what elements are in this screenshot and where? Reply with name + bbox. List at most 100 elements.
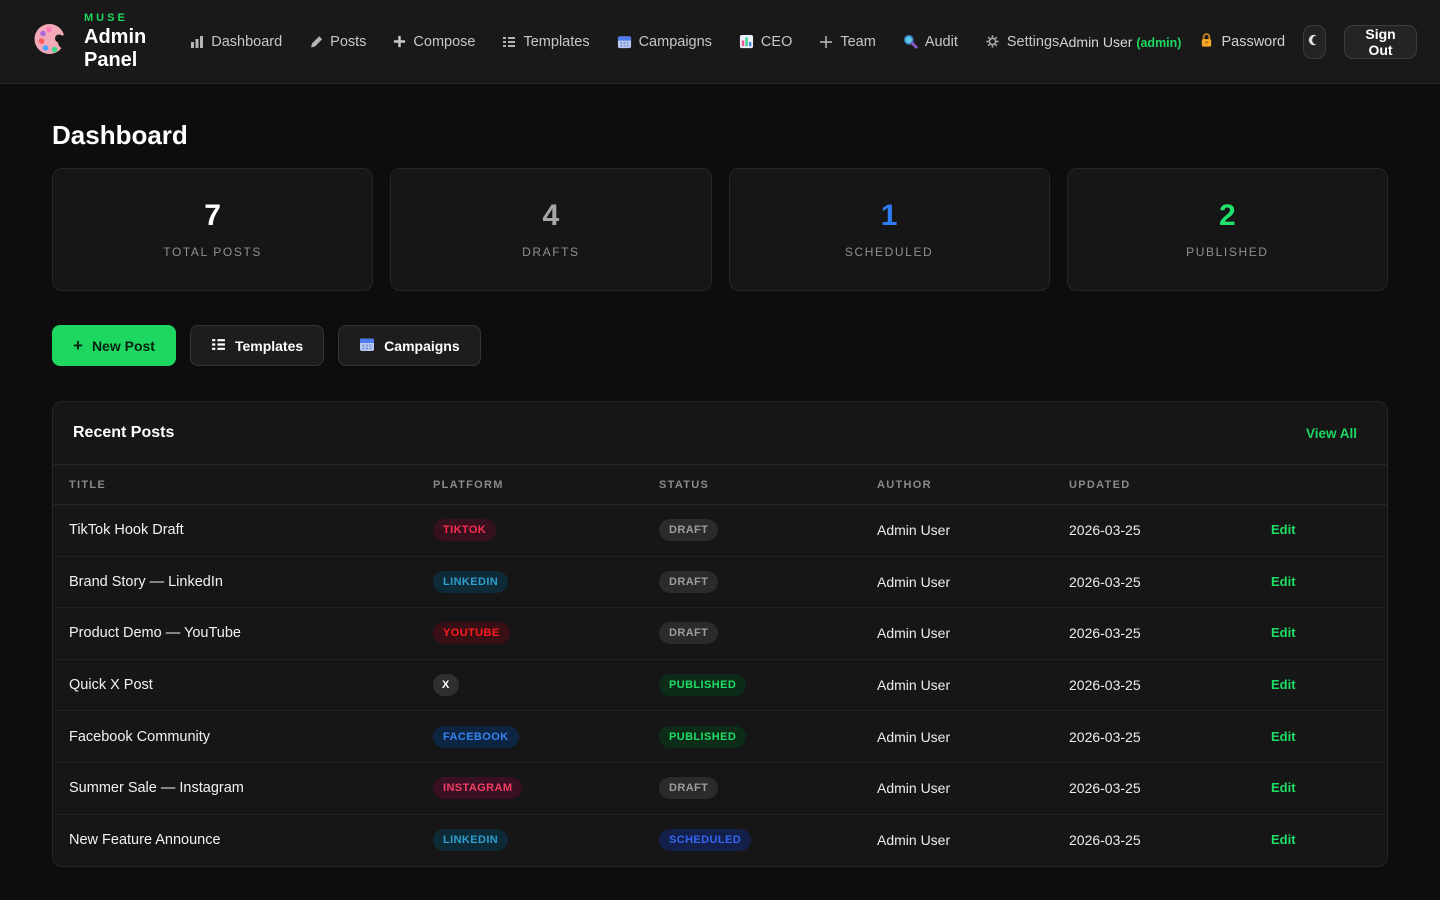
nav-item-audit[interactable]: Audit [903, 34, 958, 50]
list-icon [502, 35, 516, 49]
edit-link[interactable]: Edit [1271, 729, 1296, 744]
post-author: Admin User [877, 832, 1069, 848]
sign-out-button[interactable]: Sign Out [1344, 25, 1418, 59]
edit-link[interactable]: Edit [1271, 780, 1296, 795]
stat-card-drafts: 4 DRAFTS [390, 168, 711, 291]
magnifier-icon [903, 34, 918, 49]
top-navigation-bar: MUSE Admin Panel Dashboard Posts Compose [0, 0, 1440, 84]
post-author: Admin User [877, 625, 1069, 641]
post-title: Quick X Post [69, 677, 433, 693]
password-label: Password [1221, 34, 1285, 50]
nav-item-posts[interactable]: Posts [309, 34, 366, 50]
calendar-icon [359, 336, 375, 355]
post-title: TikTok Hook Draft [69, 522, 433, 538]
post-updated: 2026-03-25 [1069, 522, 1271, 538]
post-updated: 2026-03-25 [1069, 729, 1271, 745]
plus-icon [393, 35, 406, 48]
platform-badge: YOUTUBE [433, 622, 510, 644]
stat-card-scheduled: 1 SCHEDULED [729, 168, 1050, 291]
stat-value: 4 [543, 201, 560, 231]
chart-icon [739, 34, 754, 49]
nav-label: Posts [330, 34, 366, 50]
column-header-author: AUTHOR [877, 479, 1069, 491]
edit-link[interactable]: Edit [1271, 625, 1296, 640]
edit-link[interactable]: Edit [1271, 522, 1296, 537]
password-link[interactable]: Password [1199, 32, 1285, 52]
column-header-platform: PLATFORM [433, 479, 659, 491]
platform-badge: TIKTOK [433, 519, 496, 541]
bar-chart-icon [190, 35, 204, 49]
nav-item-templates[interactable]: Templates [502, 34, 589, 50]
page-title: Dashboard [52, 120, 1388, 151]
stat-label: SCHEDULED [845, 245, 933, 259]
brand-logo[interactable]: MUSE Admin Panel [32, 12, 146, 72]
brand-kicker: MUSE [84, 12, 146, 24]
main-nav: Dashboard Posts Compose Templates Campai… [190, 34, 1059, 50]
post-title: Brand Story — LinkedIn [69, 574, 433, 590]
nav-item-team[interactable]: Team [819, 34, 875, 50]
view-all-link[interactable]: View All [1306, 426, 1357, 441]
edit-link[interactable]: Edit [1271, 677, 1296, 692]
column-header-updated: UPDATED [1069, 479, 1271, 491]
table-row: Facebook Community FACEBOOK PUBLISHED Ad… [53, 711, 1387, 763]
column-header-status: STATUS [659, 479, 877, 491]
platform-badge: LINKEDIN [433, 571, 508, 593]
quick-actions: + New Post Templates Campaigns [52, 325, 1388, 366]
status-badge: DRAFT [659, 777, 718, 799]
new-post-button[interactable]: + New Post [52, 325, 176, 366]
stat-value: 7 [204, 201, 221, 231]
panel-title: Recent Posts [73, 424, 174, 442]
table-row: New Feature Announce LINKEDIN SCHEDULED … [53, 815, 1387, 867]
campaigns-label: Campaigns [384, 338, 459, 354]
table-row: Summer Sale — Instagram INSTAGRAM DRAFT … [53, 763, 1387, 815]
edit-link[interactable]: Edit [1271, 574, 1296, 589]
nav-label: Templates [523, 34, 589, 50]
post-updated: 2026-03-25 [1069, 832, 1271, 848]
table-row: Product Demo — YouTube YOUTUBE DRAFT Adm… [53, 608, 1387, 660]
pencil-icon [309, 35, 323, 49]
nav-item-dashboard[interactable]: Dashboard [190, 34, 282, 50]
moon-icon [1307, 33, 1321, 50]
user-name: Admin User [1059, 34, 1132, 50]
post-title: Summer Sale — Instagram [69, 780, 433, 796]
post-title: Product Demo — YouTube [69, 625, 433, 641]
stat-card-total-posts: 7 TOTAL POSTS [52, 168, 373, 291]
nav-item-settings[interactable]: Settings [985, 34, 1059, 50]
templates-button[interactable]: Templates [190, 325, 324, 366]
theme-toggle-button[interactable] [1303, 25, 1326, 59]
list-icon [211, 337, 226, 355]
edit-link[interactable]: Edit [1271, 832, 1296, 847]
status-badge: DRAFT [659, 519, 718, 541]
nav-item-compose[interactable]: Compose [393, 34, 475, 50]
nav-label: Settings [1007, 34, 1059, 50]
calendar-icon [617, 34, 632, 49]
nav-label: Team [840, 34, 875, 50]
panel-header: Recent Posts View All [53, 402, 1387, 464]
nav-label: CEO [761, 34, 792, 50]
gear-icon [985, 34, 1000, 49]
stat-value: 2 [1219, 201, 1236, 231]
post-updated: 2026-03-25 [1069, 625, 1271, 641]
stat-label: TOTAL POSTS [163, 245, 262, 259]
main-content: Dashboard 7 TOTAL POSTS 4 DRAFTS 1 SCHED… [0, 120, 1440, 867]
nav-label: Audit [925, 34, 958, 50]
post-author: Admin User [877, 522, 1069, 538]
plus-icon: + [73, 337, 83, 354]
stat-label: DRAFTS [522, 245, 580, 259]
status-badge: PUBLISHED [659, 674, 746, 696]
table-row: Brand Story — LinkedIn LINKEDIN DRAFT Ad… [53, 557, 1387, 609]
nav-item-campaigns[interactable]: Campaigns [617, 34, 712, 50]
stat-label: PUBLISHED [1186, 245, 1268, 259]
post-updated: 2026-03-25 [1069, 780, 1271, 796]
campaigns-button[interactable]: Campaigns [338, 325, 480, 366]
column-header-title: TITLE [69, 479, 433, 491]
new-post-label: New Post [92, 338, 155, 354]
nav-item-ceo[interactable]: CEO [739, 34, 792, 50]
table-header-row: TITLE PLATFORM STATUS AUTHOR UPDATED [53, 464, 1387, 505]
brand-title: Admin Panel [84, 26, 146, 72]
templates-label: Templates [235, 338, 303, 354]
nav-label: Campaigns [639, 34, 712, 50]
post-title: Facebook Community [69, 729, 433, 745]
post-author: Admin User [877, 729, 1069, 745]
user-role-badge: (admin) [1136, 36, 1181, 50]
